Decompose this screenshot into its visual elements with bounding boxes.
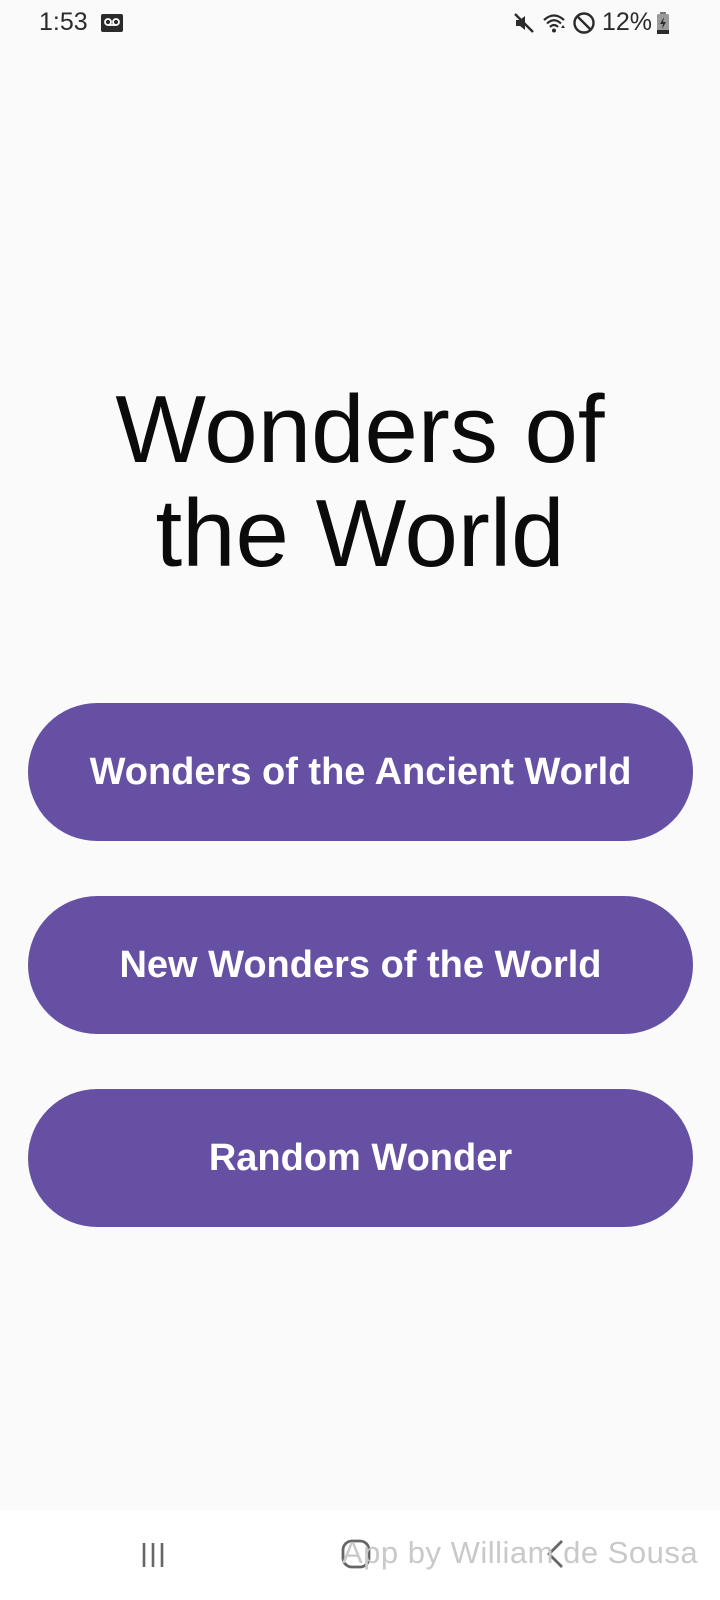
app-credit: App by William de Sousa bbox=[342, 1535, 699, 1570]
status-icons: 12% bbox=[506, 8, 670, 37]
do-not-disturb-icon bbox=[572, 11, 596, 35]
new-wonders-button[interactable]: New Wonders of the World bbox=[28, 896, 693, 1034]
voicemail-icon bbox=[100, 12, 124, 34]
status-bar: 1:53 12% bbox=[0, 0, 720, 46]
mute-icon bbox=[512, 11, 536, 35]
battery-percent: 12% bbox=[601, 8, 652, 36]
recent-apps-icon[interactable] bbox=[140, 1540, 170, 1570]
battery-charging-icon bbox=[656, 11, 670, 34]
status-time: 1:53 bbox=[39, 8, 88, 36]
app-screen: 1:53 12% Wonders of the World Wonders of… bbox=[0, 0, 720, 1600]
ancient-wonders-button[interactable]: Wonders of the Ancient World bbox=[28, 703, 693, 841]
random-wonder-button[interactable]: Random Wonder bbox=[28, 1089, 693, 1227]
wifi-icon bbox=[542, 11, 566, 35]
page-title: Wonders of the World bbox=[115, 376, 605, 587]
